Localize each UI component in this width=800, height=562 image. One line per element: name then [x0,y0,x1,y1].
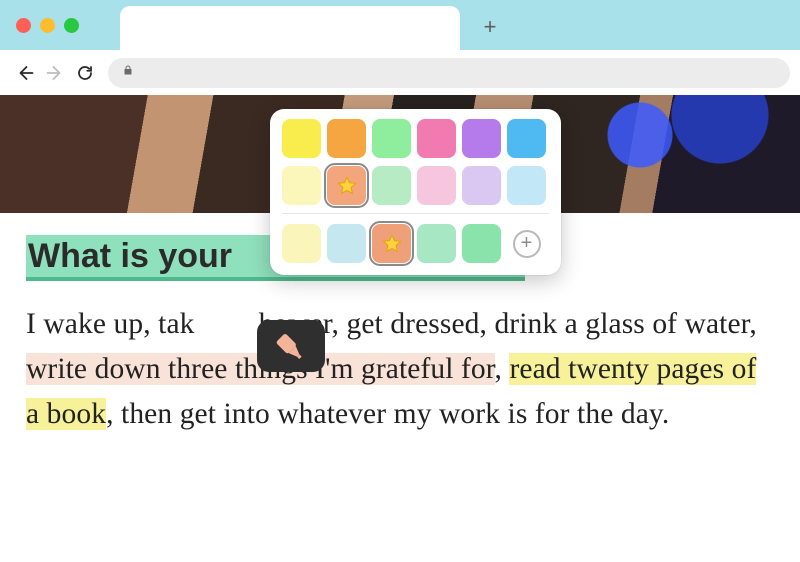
new-tab-button[interactable]: + [480,17,500,37]
color-swatch-purple-light[interactable] [462,166,501,205]
picker-row-2 [282,166,549,205]
color-swatch-purple[interactable] [462,119,501,158]
body-t1: I wake up, tak [26,308,195,340]
browser-chrome: + [0,0,800,95]
body-t2: hower, get dressed, drink a glass of wat… [259,308,757,340]
titlebar: + [0,0,800,50]
color-swatch-mint-1[interactable] [417,224,456,263]
article-body: I wake up, tak hower, get dressed, drink … [26,302,774,436]
color-swatch-pale-yellow[interactable] [282,224,321,263]
highlighter-tool-button[interactable] [257,320,325,372]
close-window-button[interactable] [16,18,31,33]
color-swatch-green-light[interactable] [372,166,411,205]
reload-icon [76,64,94,82]
color-swatch-orange[interactable] [327,119,366,158]
highlight-color-picker: + [270,109,561,275]
star-icon [336,175,358,197]
color-swatch-green[interactable] [372,119,411,158]
picker-row-3: + [282,224,549,263]
window-controls [16,18,79,33]
reload-button[interactable] [70,58,100,88]
address-bar[interactable] [108,58,790,88]
color-swatch-pink-light[interactable] [417,166,456,205]
arrow-right-icon [46,64,64,82]
color-swatch-orange-star[interactable] [327,166,366,205]
color-swatch-orange-star-2[interactable] [372,224,411,263]
maximize-window-button[interactable] [64,18,79,33]
arrow-left-icon [16,64,34,82]
heading-text-prefix: What is your [28,237,241,275]
plus-icon: + [513,230,541,258]
picker-divider [282,213,549,214]
color-swatch-pink[interactable] [417,119,456,158]
browser-toolbar [0,50,800,95]
color-swatch-blue-light[interactable] [507,166,546,205]
browser-tab[interactable] [120,6,460,50]
lock-icon [122,63,134,82]
color-swatch-yellow[interactable] [282,119,321,158]
color-swatch-pale-blue[interactable] [327,224,366,263]
highlighter-icon [271,326,311,366]
body-t3: , [495,353,510,385]
color-swatch-blue[interactable] [507,119,546,158]
body-t4: , then get into whatever my work is for … [106,398,669,430]
forward-button[interactable] [40,58,70,88]
minimize-window-button[interactable] [40,18,55,33]
star-icon [381,233,403,255]
back-button[interactable] [10,58,40,88]
picker-row-1 [282,119,549,158]
add-color-button[interactable]: + [507,224,546,263]
color-swatch-yellow-light[interactable] [282,166,321,205]
color-swatch-mint-2[interactable] [462,224,501,263]
